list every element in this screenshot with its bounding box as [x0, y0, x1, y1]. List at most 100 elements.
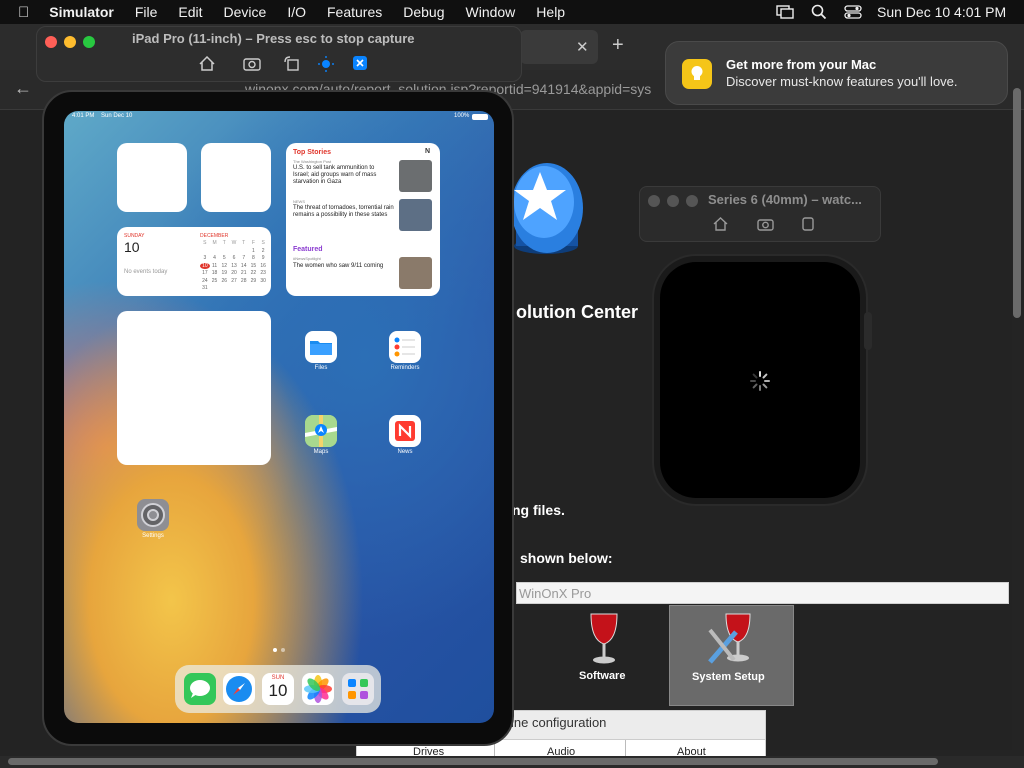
zoom-window-button[interactable] — [83, 36, 95, 48]
watch-zoom-button[interactable] — [686, 195, 698, 207]
empty-widget-2[interactable] — [201, 143, 271, 212]
winonx-logo-icon — [511, 160, 586, 256]
calendar-date: 3 — [203, 255, 207, 261]
menu-edit[interactable]: Edit — [178, 4, 202, 20]
app-menu[interactable]: Simulator — [49, 4, 114, 20]
app-library-icon[interactable] — [342, 673, 374, 705]
system-setup-button[interactable]: System Setup — [669, 605, 794, 706]
spotlight-icon[interactable] — [811, 0, 827, 24]
calendar-weekday-letter: S — [203, 240, 207, 246]
system-setup-label: System Setup — [692, 671, 765, 683]
files-app-label: Files — [314, 365, 328, 371]
news-source-2: NEWS — [293, 199, 305, 204]
menu-device[interactable]: Device — [224, 4, 267, 20]
safari-app-icon[interactable] — [223, 673, 255, 705]
news-widget[interactable]: Top Stories N The Washington Post U.S. t… — [286, 143, 440, 296]
screen-mirroring-icon[interactable] — [776, 0, 794, 24]
software-label[interactable]: Software — [579, 670, 625, 682]
minimize-window-button[interactable] — [64, 36, 76, 48]
news-headline-1: U.S. to sell tank ammunition to Israel; … — [293, 165, 377, 185]
watch-screen[interactable] — [660, 262, 860, 498]
menu-window[interactable]: Window — [466, 4, 516, 20]
simulator-toolbar: iPad Pro (11-inch) – Press esc to stop c… — [36, 26, 522, 82]
watch-home-icon[interactable] — [713, 217, 728, 236]
close-window-button[interactable] — [45, 36, 57, 48]
calendar-weekday-letter: W — [231, 240, 237, 246]
settings-app-icon[interactable] — [137, 499, 169, 531]
menu-io[interactable]: I/O — [287, 4, 306, 20]
software-wine-icon[interactable] — [587, 610, 621, 666]
news-source-1: The Washington Post — [293, 159, 332, 164]
files-app-icon[interactable] — [305, 331, 337, 363]
calendar-date: 4 — [213, 255, 216, 261]
calendar-date: 14 — [240, 262, 247, 269]
browser-tab[interactable]: ✕ — [520, 30, 598, 64]
calendar-date: 29 — [250, 277, 257, 284]
watch-side-button-icon[interactable] — [802, 217, 814, 236]
calendar-date — [239, 248, 249, 254]
watch-screenshot-icon[interactable] — [757, 217, 774, 236]
calendar-date: 25 — [211, 277, 218, 284]
calendar-date: 26 — [221, 277, 228, 284]
screenshot-icon[interactable] — [243, 56, 261, 76]
calendar-date: 12 — [221, 262, 228, 269]
simulator-title: iPad Pro (11-inch) – Press esc to stop c… — [132, 31, 415, 46]
news-image-1 — [399, 160, 432, 192]
calendar-date: 18 — [211, 270, 218, 276]
system-setup-icon — [706, 610, 756, 668]
page-heading: olution Center — [516, 302, 638, 322]
winonx-title-bar: WinOnX Pro — [516, 582, 1009, 604]
photos-app-icon[interactable] — [302, 673, 334, 705]
notification-body: Discover must-know features you'll love. — [726, 74, 958, 89]
maps-app-label: Maps — [313, 449, 329, 455]
calendar-date: 24 — [202, 277, 208, 284]
calendar-date: 7 — [242, 255, 246, 261]
menu-bar:  Simulator File Edit Device I/O Feature… — [0, 0, 1024, 24]
watch-close-button[interactable] — [648, 195, 660, 207]
rotate-icon[interactable] — [284, 56, 300, 76]
menu-debug[interactable]: Debug — [403, 4, 444, 20]
watch-minimize-button[interactable] — [667, 195, 679, 207]
calendar-date: 13 — [231, 262, 237, 269]
home-icon[interactable] — [199, 55, 215, 76]
news-app-icon[interactable] — [389, 415, 421, 447]
notification-banner[interactable]: Get more from your Mac Discover must-kno… — [665, 41, 1008, 105]
calendar-app-icon[interactable]: SUN 10 — [262, 673, 294, 705]
calendar-date: 8 — [252, 255, 255, 261]
calendar-no-events: No events today — [124, 269, 168, 275]
calendar-date: 1 — [252, 247, 255, 254]
calendar-date: 17 — [202, 270, 208, 276]
calendar-weekday-letter: M — [212, 240, 217, 246]
menu-file[interactable]: File — [135, 4, 158, 20]
vertical-scrollbar[interactable] — [1013, 88, 1021, 318]
menu-features[interactable]: Features — [327, 4, 382, 20]
maps-app-icon[interactable] — [305, 415, 337, 447]
xcode-icon[interactable] — [353, 56, 367, 75]
news-top-stories: Top Stories — [293, 149, 331, 156]
control-center-icon[interactable] — [844, 0, 862, 24]
messages-app-icon[interactable] — [184, 673, 216, 705]
loading-spinner-icon — [750, 371, 770, 391]
reminders-app-icon[interactable] — [389, 331, 421, 363]
new-tab-icon[interactable]: + — [612, 34, 624, 57]
empty-widget-large[interactable] — [117, 311, 271, 465]
horizontal-scrollbar[interactable] — [8, 758, 938, 765]
back-icon[interactable]: ← — [14, 78, 32, 99]
calendar-date: 19 — [221, 270, 228, 276]
menubar-clock[interactable]: Sun Dec 10 4:01 PM — [877, 0, 1006, 24]
calendar-date: 21 — [240, 270, 247, 276]
reminders-app-label: Reminders — [390, 365, 420, 371]
watch-digital-crown[interactable] — [864, 312, 872, 350]
notification-title: Get more from your Mac — [726, 57, 877, 72]
close-tab-icon[interactable]: ✕ — [576, 38, 589, 56]
empty-widget-1[interactable] — [117, 143, 187, 212]
calendar-grid: S M T W T F S 1 2 3 4 5 6 7 8 9 10 11 12 13 14 15 16 17 18 19 20 21… — [200, 240, 268, 291]
calendar-date: 31 — [202, 285, 208, 291]
calendar-date: 11 — [211, 262, 218, 269]
menu-help[interactable]: Help — [536, 4, 565, 20]
settings-app-label: Settings — [142, 533, 164, 539]
calendar-widget[interactable]: SUNDAY 10 No events today DECEMBER SMTWT… — [117, 227, 271, 296]
news-image-3 — [399, 257, 432, 289]
appearance-icon[interactable] — [318, 56, 334, 77]
apple-menu-icon[interactable]:  — [18, 4, 29, 21]
